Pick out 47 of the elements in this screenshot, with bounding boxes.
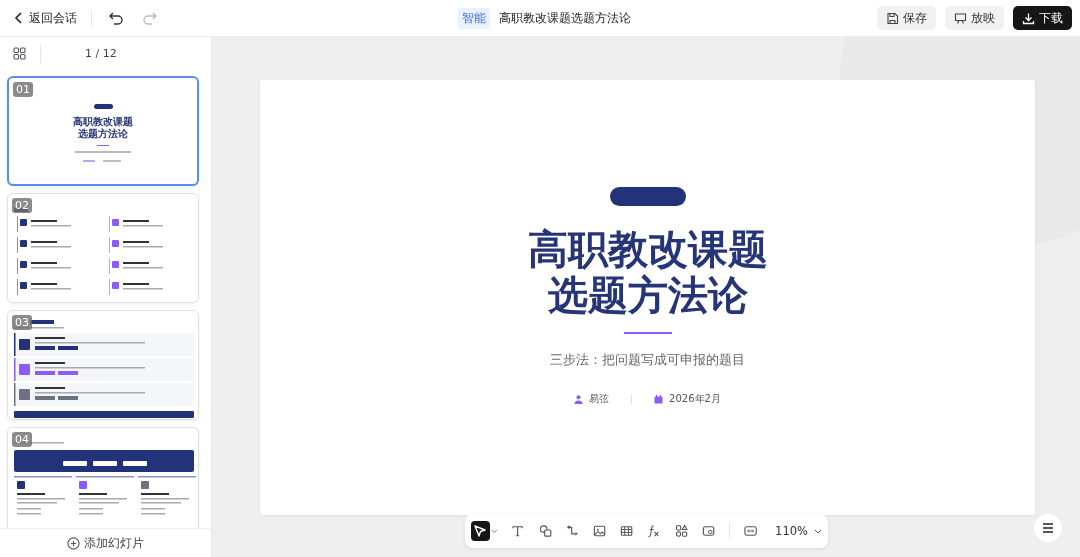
plus-circle-icon — [67, 536, 80, 550]
table-icon[interactable] — [620, 524, 634, 538]
download-icon — [1022, 11, 1035, 25]
slide-title: 高职教改课题 — [527, 226, 768, 272]
projector-screen-icon — [954, 11, 967, 25]
pill-shape — [93, 104, 113, 109]
present-button[interactable]: 放映 — [945, 6, 1004, 30]
slide-subtitle: 三步法：把问题写成可申报的题目 — [550, 351, 745, 369]
caret-icon — [813, 528, 822, 534]
image-icon[interactable] — [593, 524, 607, 538]
zoom-dropdown[interactable]: 110% — [775, 524, 822, 538]
save-button[interactable]: 保存 — [877, 6, 936, 30]
media-icon[interactable] — [701, 524, 715, 538]
calendar-icon — [654, 394, 664, 404]
document-title: 高职教改课题选题方法论 — [499, 9, 631, 27]
caret-icon[interactable] — [490, 528, 498, 534]
formula-icon[interactable] — [647, 524, 661, 538]
menu-icon — [1042, 523, 1054, 533]
smart-badge: 智能 — [458, 7, 490, 29]
slide-date: 2026年2月 — [669, 392, 721, 406]
shapes-icon[interactable] — [538, 524, 552, 538]
select-tool-button[interactable] — [471, 521, 490, 541]
accent-line — [97, 145, 109, 146]
person-icon — [574, 394, 584, 404]
slide-thumbnail[interactable]: 高职教改课题 选题方法论 01 — [7, 76, 199, 186]
slide-number: 02 — [12, 198, 32, 213]
connector-icon[interactable] — [565, 524, 579, 538]
add-slide-button[interactable]: 添加幻灯片 — [61, 534, 150, 552]
text-tool-icon[interactable] — [511, 524, 525, 538]
accent-line — [623, 332, 672, 334]
back-button[interactable]: 返回会话 — [12, 7, 79, 29]
components-icon[interactable] — [674, 524, 688, 538]
grid-view-icon[interactable] — [13, 47, 26, 60]
back-chevron-icon — [14, 12, 24, 24]
undo-icon[interactable] — [108, 11, 124, 25]
slide-title: 选题方法论 — [547, 272, 748, 318]
author-name: 易弦 — [589, 392, 610, 406]
page-counter: 1 / 12 — [85, 47, 117, 60]
subtitle-lines-drawing — [73, 150, 133, 164]
thumbnail-title: 选题方法论 — [78, 128, 128, 140]
slide-number: 03 — [12, 315, 32, 330]
menu-button[interactable] — [1034, 514, 1062, 542]
slide-number: 01 — [13, 82, 33, 97]
thumbnail-title: 高职教改课题 — [73, 116, 133, 128]
download-button[interactable]: 下载 — [1013, 6, 1072, 30]
slide-number: 04 — [12, 432, 32, 447]
fit-width-icon[interactable] — [743, 524, 758, 538]
